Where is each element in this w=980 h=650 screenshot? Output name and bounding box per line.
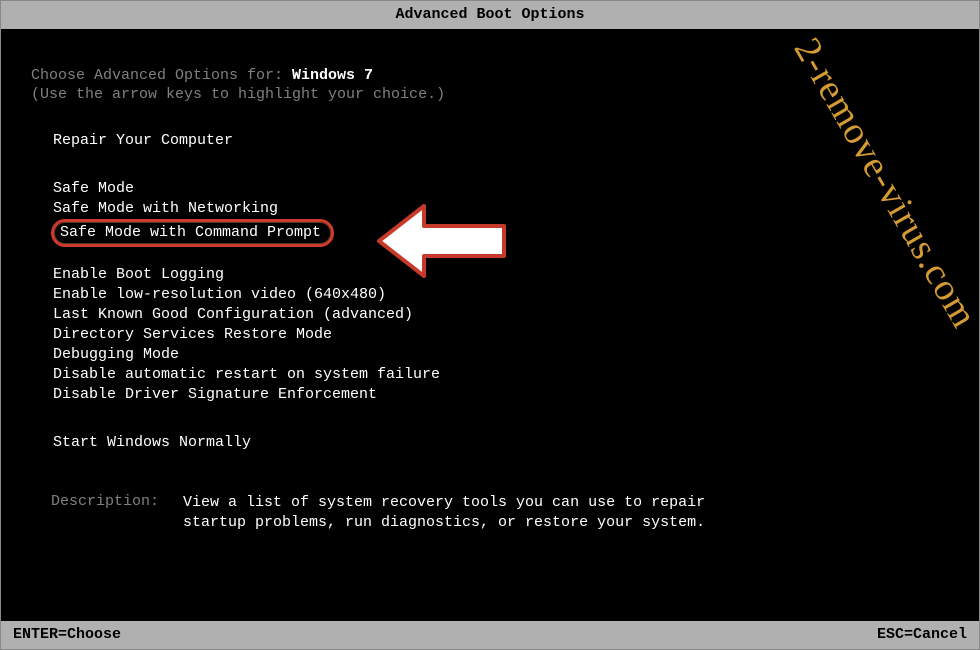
menu-group-repair: Repair Your Computer xyxy=(51,131,949,151)
choose-line: Choose Advanced Options for: Windows 7 xyxy=(31,67,949,84)
title-text: Advanced Boot Options xyxy=(395,6,584,23)
menu-item-safe-mode-networking[interactable]: Safe Mode with Networking xyxy=(51,199,949,219)
footer-enter-hint: ENTER=Choose xyxy=(13,626,121,644)
menu-item-debugging-mode[interactable]: Debugging Mode xyxy=(51,345,949,365)
menu-item-safe-mode-command-prompt[interactable]: Safe Mode with Command Prompt xyxy=(51,219,334,247)
menu-item-disable-auto-restart[interactable]: Disable automatic restart on system fail… xyxy=(51,365,949,385)
description-label: Description: xyxy=(51,493,183,533)
menu-item-start-windows-normally[interactable]: Start Windows Normally xyxy=(51,433,949,453)
menu-item-disable-driver-signature[interactable]: Disable Driver Signature Enforcement xyxy=(51,385,949,405)
os-name: Windows 7 xyxy=(292,67,373,84)
menu-group-normal: Start Windows Normally xyxy=(51,433,949,453)
footer-esc-hint: ESC=Cancel xyxy=(877,626,967,644)
menu-group-advanced: Enable Boot Logging Enable low-resolutio… xyxy=(51,265,949,405)
footer: ENTER=Choose ESC=Cancel xyxy=(1,621,979,649)
menu-group-safe-mode: Safe Mode Safe Mode with Networking Safe… xyxy=(51,179,949,247)
menu-item-directory-services-restore[interactable]: Directory Services Restore Mode xyxy=(51,325,949,345)
description-text: View a list of system recovery tools you… xyxy=(183,493,743,533)
choose-label: Choose Advanced Options for: xyxy=(31,67,292,84)
menu-item-repair-your-computer[interactable]: Repair Your Computer xyxy=(51,131,949,151)
menu-item-low-resolution-video[interactable]: Enable low-resolution video (640x480) xyxy=(51,285,949,305)
menu-item-safe-mode[interactable]: Safe Mode xyxy=(51,179,949,199)
menu-item-enable-boot-logging[interactable]: Enable Boot Logging xyxy=(51,265,949,285)
menu-item-last-known-good-config[interactable]: Last Known Good Configuration (advanced) xyxy=(51,305,949,325)
titlebar: Advanced Boot Options xyxy=(1,1,979,29)
content-area: Choose Advanced Options for: Windows 7 (… xyxy=(1,29,979,543)
description-block: Description: View a list of system recov… xyxy=(51,493,949,533)
arrow-keys-hint: (Use the arrow keys to highlight your ch… xyxy=(31,86,949,103)
